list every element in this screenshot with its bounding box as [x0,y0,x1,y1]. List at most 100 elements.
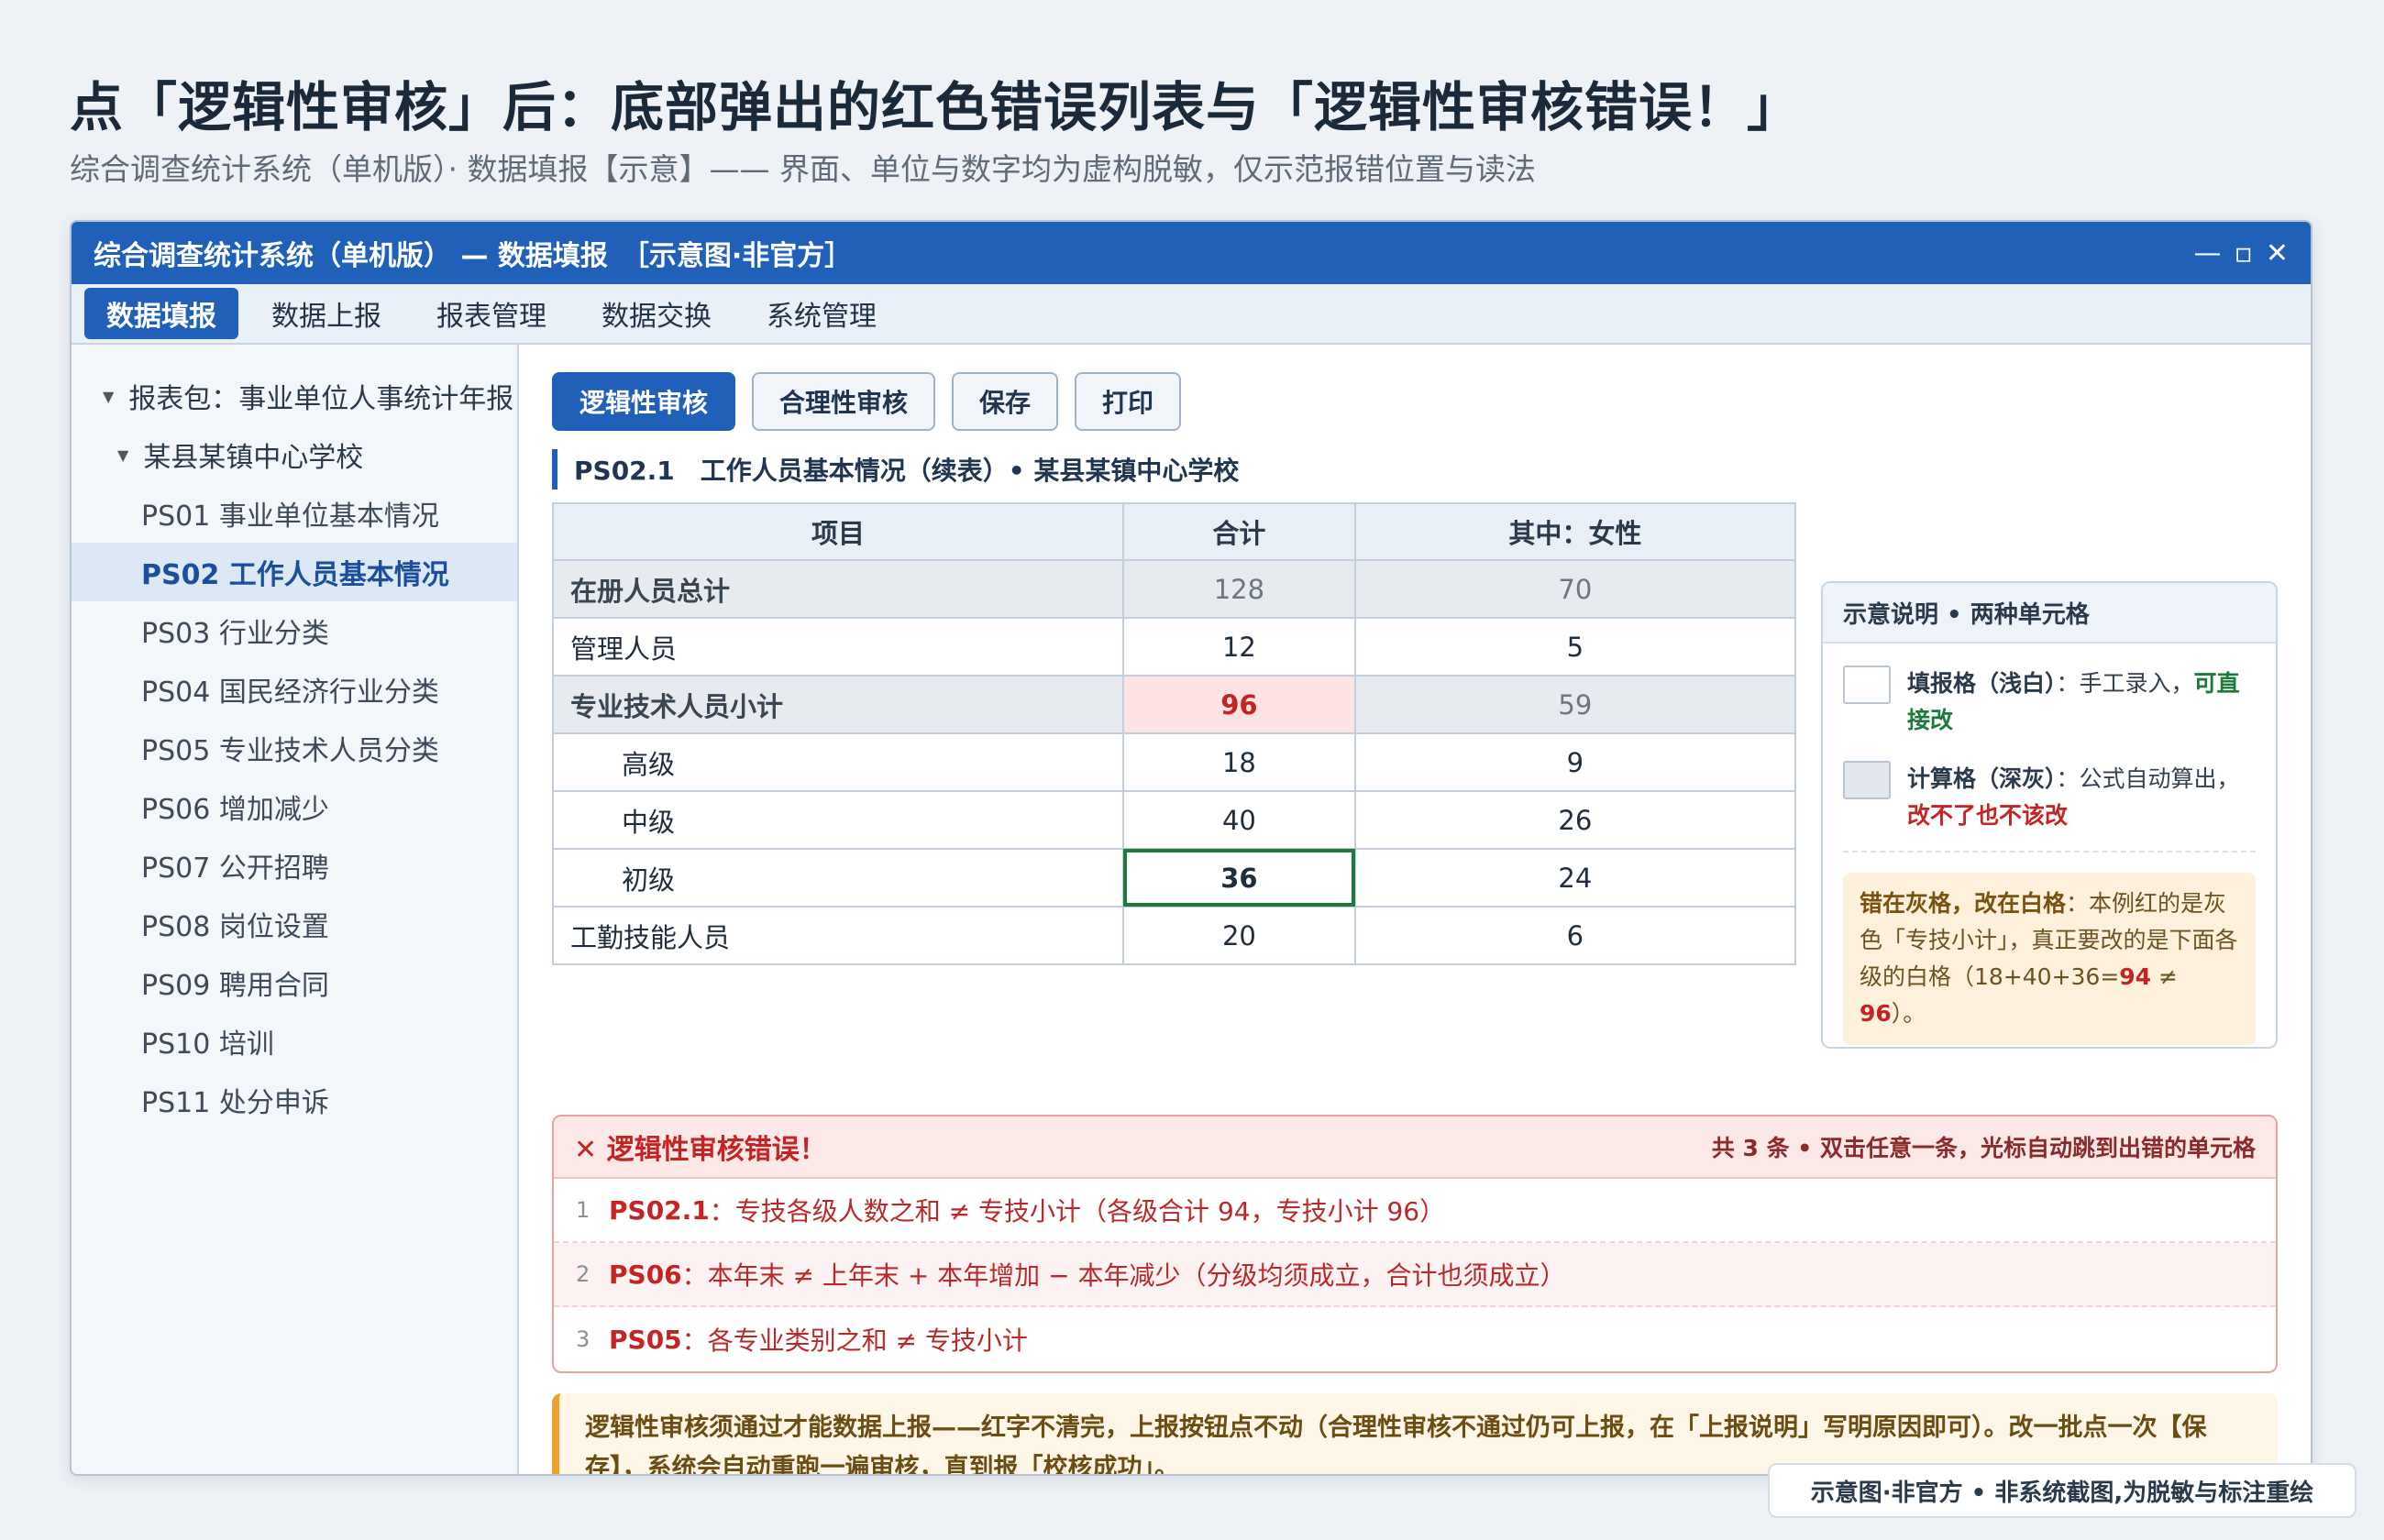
row-label: 专业技术人员小计 [551,675,1125,734]
legend-note-end: ）。 [1891,1000,1926,1027]
legend-gray-desc: ：公式自动算出， [2056,765,2240,792]
window-controls: — ▫ ✕ [2194,237,2289,270]
error-item-number: 3 [576,1326,590,1352]
legend-gray-label: 计算格（深灰） [1907,765,2057,792]
error-item-code: PS05 [609,1324,682,1355]
input-cell[interactable]: 20 [1122,906,1356,965]
maximize-icon[interactable]: ▫ [2235,237,2253,270]
row-label: 管理人员 [551,617,1125,676]
data-table: 项目 合计 其中：女性 在册人员总计 128 70 管理人员 12 5 专业技术… [551,502,1797,965]
error-item[interactable]: 3 PS05 ：各专业类别之和 ≠ 专技小计 [554,1307,2276,1371]
legend-item-white: 填报格（浅白）：手工录入，可直接改 [1823,644,2276,739]
row-label: 中级 [551,790,1125,850]
table-row: 工勤技能人员 20 6 [551,906,1797,965]
tree-item-ps06[interactable]: PS06 增加减少 [72,777,517,836]
table-row: 专业技术人员小计 96 59 [551,675,1797,734]
tree-item-ps08[interactable]: PS08 岗位设置 [72,895,517,953]
column-header-total: 合计 [1122,502,1356,561]
legend-title: 示意说明 • 两种单元格 [1823,583,2276,644]
table-row: 高级 18 9 [551,732,1797,792]
menu-data-exchange[interactable]: 数据交换 [579,288,734,339]
menu-data-entry[interactable]: 数据填报 [84,288,238,339]
error-count: 共 3 条 • 双击任意一条，光标自动跳到出错的单元格 [1711,1135,2256,1161]
error-item-text: ：各专业类别之和 ≠ 专技小计 [681,1326,1028,1356]
row-label: 工勤技能人员 [551,906,1125,965]
input-cell[interactable]: 18 [1122,732,1356,792]
input-cell[interactable]: 6 [1353,906,1797,965]
close-icon[interactable]: ✕ [2266,237,2289,270]
gray-cell-swatch [1843,761,1891,799]
input-cell[interactable]: 24 [1353,848,1797,908]
table-row: 在册人员总计 128 70 [551,559,1797,619]
legend-note-neq: ≠ [2151,963,2178,990]
table-row: 中级 40 26 [551,790,1797,850]
tree-item-ps03[interactable]: PS03 行业分类 [72,601,517,660]
minimize-icon[interactable]: — [2194,237,2222,270]
print-button[interactable]: 打印 [1075,372,1182,431]
row-label: 初级 [551,848,1125,908]
tree-item-ps09[interactable]: PS09 聘用合同 [72,953,517,1012]
error-item-number: 2 [576,1261,590,1287]
window-title: 综合调查统计系统（单机版） — 数据填报 ［示意图·非官方］ [94,240,853,272]
error-cell: 96 [1122,675,1356,734]
row-label: 在册人员总计 [551,559,1125,619]
save-button[interactable]: 保存 [952,372,1059,431]
table-caption: PS02.1 工作人员基本情况（续表）• 某县某镇中心学校 [552,449,1795,490]
tree-item-ps04[interactable]: PS04 国民经济行业分类 [72,660,517,719]
menu-data-report[interactable]: 数据上报 [249,288,403,339]
legend-gray-text: 计算格（深灰）：公式自动算出， 改不了也不该改 [1907,761,2256,834]
input-cell[interactable]: 12 [1122,617,1356,676]
menu-system-manage[interactable]: 系统管理 [745,288,899,339]
tree-unit-label: 某县某镇中心学校 [143,442,364,474]
tree-package[interactable]: ▼ 报表包：事业单位人事统计年报 [72,367,517,425]
tree-item-ps02[interactable]: PS02 工作人员基本情况 [72,543,517,601]
logic-check-button[interactable]: 逻辑性审核 [552,372,736,431]
tree-item-ps11[interactable]: PS11 处分申诉 [72,1071,517,1129]
input-cell[interactable]: 5 [1353,617,1797,676]
tree-unit[interactable]: ▼ 某县某镇中心学校 [72,425,517,484]
main-panel: 逻辑性审核 合理性审核 保存 打印 PS02.1 工作人员基本情况（续表）• 某… [519,345,2311,1474]
error-item[interactable]: 2 PS06 ：本年末 ≠ 上年末 + 本年增加 − 本年减少（分级均须成立，合… [554,1243,2276,1307]
report-tree: ▼ 报表包：事业单位人事统计年报 ▼ 某县某镇中心学校 PS01 事业单位基本情… [72,345,519,1474]
legend-note-bold: 错在灰格，改在白格 [1860,890,2067,917]
legend-white-text: 填报格（浅白）：手工录入，可直接改 [1907,666,2256,739]
error-list-panel: ✕ 逻辑性审核错误！ 共 3 条 • 双击任意一条，光标自动跳到出错的单元格 1… [552,1115,2278,1373]
reason-check-button[interactable]: 合理性审核 [752,372,936,431]
legend-gray-emph: 改不了也不该改 [1907,802,2069,829]
row-label: 高级 [551,732,1125,792]
error-item-code: PS06 [609,1259,682,1290]
error-item-text: ：本年末 ≠ 上年末 + 本年增加 − 本年减少（分级均须成立，合计也须成立） [681,1260,1566,1291]
menu-report-manage[interactable]: 报表管理 [414,288,568,339]
tree-package-label: 报表包：事业单位人事统计年报 [128,383,514,415]
tree-item-ps01[interactable]: PS01 事业单位基本情况 [72,484,517,543]
error-item-text: ：专技各级人数之和 ≠ 专技小计（各级合计 94，专技小计 96） [709,1196,1446,1226]
page-title: 点「逻辑性审核」后：底部弹出的红色错误列表与「逻辑性审核错误！」 [70,76,1802,138]
calc-cell: 128 [1122,559,1356,619]
tree-item-ps10[interactable]: PS10 培训 [72,1012,517,1071]
legend-item-gray: 计算格（深灰）：公式自动算出， 改不了也不该改 [1823,739,2276,834]
footer-badge: 示意图·非官方 • 非系统截图,为脱敏与标注重绘 [1768,1463,2356,1518]
table-row: 管理人员 12 5 [551,617,1797,676]
column-header-female: 其中：女性 [1353,502,1797,561]
table-header-row: 项目 合计 其中：女性 [551,502,1797,561]
error-item-code: PS02.1 [609,1194,710,1226]
legend-white-label: 填报格（浅白） [1907,670,2057,697]
legend-note-b: 96 [1860,1000,1892,1027]
tree-item-ps05[interactable]: PS05 专业技术人员分类 [72,719,517,777]
focused-input-cell[interactable]: 36 [1122,848,1356,908]
input-cell[interactable]: 40 [1122,790,1356,850]
error-item[interactable]: 1 PS02.1 ：专技各级人数之和 ≠ 专技小计（各级合计 94，专技小计 9… [554,1179,2276,1243]
white-cell-swatch [1843,666,1891,704]
legend-note-a: 94 [2119,963,2152,990]
caret-down-icon[interactable]: ▼ [103,388,114,405]
menu-bar: 数据填报 数据上报 报表管理 数据交换 系统管理 [72,284,2311,345]
input-cell[interactable]: 26 [1353,790,1797,850]
page-subtitle: 综合调查统计系统（单机版）· 数据填报【示意】—— 界面、单位与数字均为虚构脱敏… [70,151,1536,187]
calc-cell: 70 [1353,559,1797,619]
tree-item-ps07[interactable]: PS07 公开招聘 [72,836,517,895]
input-cell[interactable]: 9 [1353,732,1797,792]
toolbar: 逻辑性审核 合理性审核 保存 打印 [552,372,2278,433]
caret-down-icon[interactable]: ▼ [117,446,128,464]
calc-cell: 59 [1353,675,1797,734]
app-window: 综合调查统计系统（单机版） — 数据填报 ［示意图·非官方］ — ▫ ✕ 数据填… [70,220,2312,1476]
